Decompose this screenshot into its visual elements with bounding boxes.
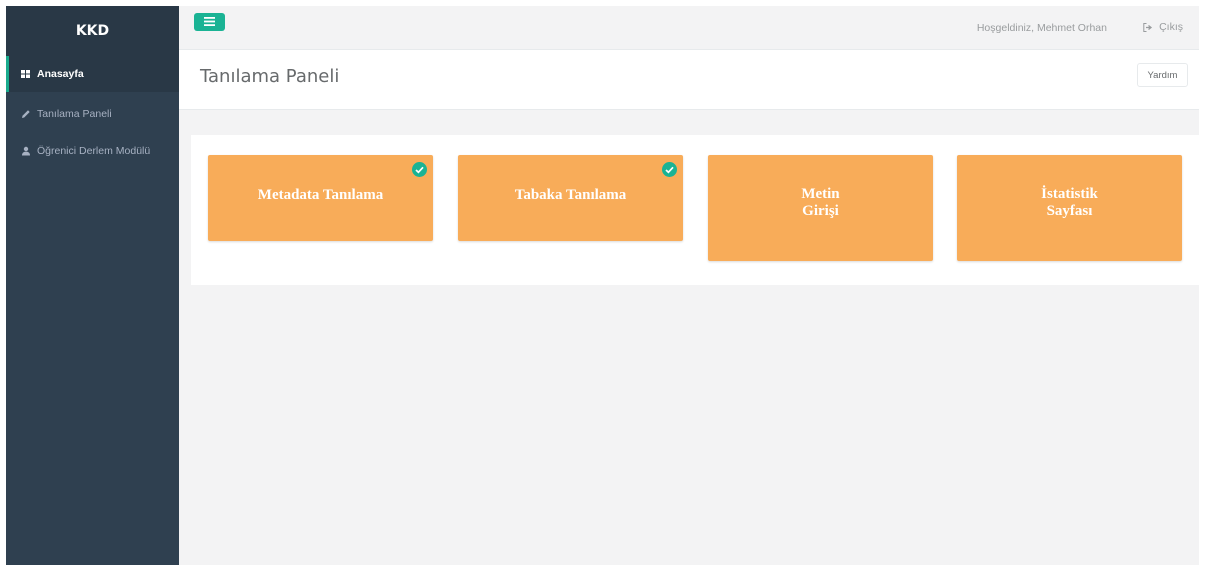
tabaka-tanilama-card[interactable]: Tabaka Tanılama <box>458 155 683 241</box>
card-title: Tabaka Tanılama <box>514 187 627 203</box>
page-title: Tanılama Paneli <box>200 66 340 87</box>
card-title-line-2: Girişi <box>802 203 839 219</box>
welcome-message: Hoşgeldiniz, Mehmet Orhan <box>976 22 1107 34</box>
card-title: Metadata Tanılama <box>257 187 384 203</box>
top-navbar: Hoşgeldiniz, Mehmet Orhan Çıkış <box>179 6 1199 50</box>
check-circle-icon <box>412 162 427 177</box>
logout-link[interactable]: Çıkış <box>1143 21 1183 33</box>
sidebar-item-label: Öğrenici Derlem Modülü <box>37 144 151 157</box>
card-title-line-2: Sayfası <box>1046 203 1093 219</box>
istatistik-sayfasi-card[interactable]: İstatistik Sayfası <box>957 155 1182 261</box>
metin-girisi-card[interactable]: Metin Girişi <box>708 155 933 261</box>
bars-icon <box>204 13 215 31</box>
sidebar-item-tanilama-paneli[interactable]: Tanılama Paneli <box>6 98 179 129</box>
help-button[interactable]: Yardım <box>1137 63 1188 87</box>
menu-toggle-button[interactable] <box>194 13 225 31</box>
sign-out-icon <box>1143 22 1153 32</box>
main-content: Hoşgeldiniz, Mehmet Orhan Çıkış Tanılama… <box>179 6 1199 565</box>
sidebar-item-anasayfa[interactable]: Anasayfa <box>6 56 179 92</box>
check-circle-icon <box>662 162 677 177</box>
user-icon <box>21 146 31 156</box>
card-title-line-1: İstatistik <box>1041 186 1098 202</box>
sidebar: KKD Anasayfa Tanılama Paneli Öğrenici De… <box>6 6 179 565</box>
pencil-icon <box>21 109 31 119</box>
metadata-tanilama-card[interactable]: Metadata Tanılama <box>208 155 433 241</box>
brand-logo[interactable]: KKD <box>6 6 179 56</box>
page-heading: Tanılama Paneli Yardım <box>179 50 1199 110</box>
th-large-icon <box>21 69 31 79</box>
sidebar-item-ogrenici-derlem-modulu[interactable]: Öğrenici Derlem Modülü <box>6 135 179 166</box>
logout-label: Çıkış <box>1159 21 1183 33</box>
module-panel: Metadata Tanılama Tabaka Tanılama Metin … <box>191 135 1199 285</box>
card-title-line-1: Metin <box>801 186 840 202</box>
sidebar-item-label: Tanılama Paneli <box>37 107 112 120</box>
sidebar-item-label: Anasayfa <box>37 68 84 80</box>
